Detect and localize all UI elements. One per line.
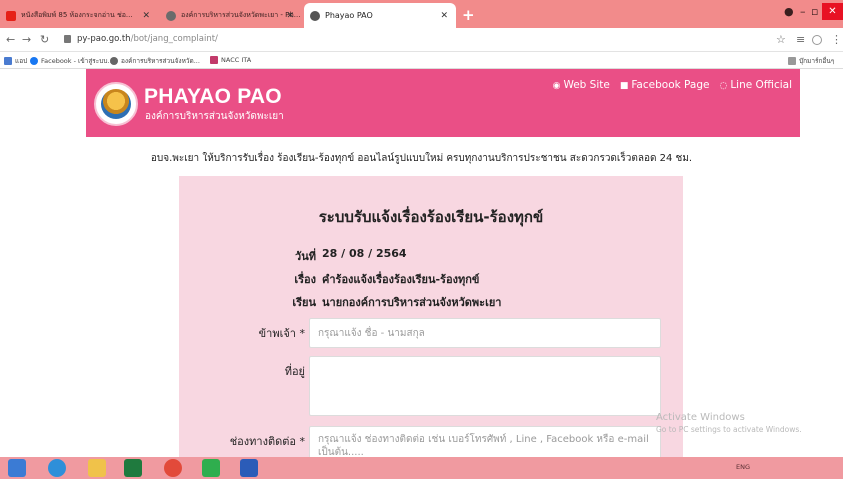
service-notice: อบจ.พะเยา ให้บริการรับเรื่อง ร้องเรียน-ร… (150, 153, 693, 164)
link-label: Line Official (730, 79, 792, 91)
chrome-icon[interactable] (164, 459, 182, 477)
site-icon (310, 10, 320, 21)
address-input[interactable] (309, 356, 661, 416)
bookmark-label: NACC ITA (221, 56, 252, 64)
watermark-title: Activate Windows (656, 412, 745, 423)
tab-title: หนังสือพิมพ์ 85 ห้องกระจกอ่าน ช่อ... (21, 11, 133, 19)
label-text: ข้าพเจ้า (258, 327, 296, 340)
form-title: ระบบรับแจ้งเรื่องร้องเรียน-ร้องทุกข์ (318, 208, 544, 226)
browser-tab[interactable]: องค์การบริหารส่วนจังหวัดพะเยา - Ph... ✕ (160, 3, 302, 28)
name-input[interactable] (309, 318, 661, 348)
url-field[interactable]: py-pao.go.th/bot/jang_complaint/ (77, 34, 218, 44)
complaint-form: ระบบรับแจ้งเรื่องร้องเรียน-ร้องทุกข์ วัน… (179, 176, 683, 457)
nacc-icon (210, 56, 218, 64)
reload-icon[interactable]: ↻ (40, 33, 49, 46)
globe-icon: ◉ (552, 81, 561, 91)
screen: หนังสือพิมพ์ 85 ห้องกระจกอ่าน ช่อ... ✕ อ… (0, 0, 843, 479)
line-official-link[interactable]: ◌ Line Official (719, 79, 792, 91)
tab-title: Phayao PAO (325, 11, 373, 20)
lock-icon[interactable] (64, 35, 71, 43)
close-tab-icon[interactable]: ✕ (142, 11, 150, 21)
activate-windows-watermark: Activate Windows Go to PC settings to ac… (656, 412, 802, 434)
menu-icon[interactable]: ⋮ (831, 33, 842, 46)
facebook-icon: ■ (619, 81, 629, 91)
contact-input[interactable] (309, 426, 661, 457)
maximize-button[interactable]: ▫ (811, 5, 818, 18)
link-label: Web Site (563, 79, 610, 91)
account-icon[interactable] (812, 35, 822, 45)
bookmark-label: แอป (15, 57, 28, 65)
tab-title: องค์การบริหารส่วนจังหวัดพะเยา - Ph... (181, 11, 301, 19)
site-header: PHAYAO PAO องค์การบริหารส่วนจังหวัดพะเยา… (86, 69, 800, 137)
label-text: ช่องทางติดต่อ (229, 435, 296, 448)
site-icon (166, 10, 176, 21)
folder-icon (788, 57, 796, 65)
system-tray[interactable]: ENG (736, 463, 750, 471)
address-field-label: ที่อยู่ (284, 365, 305, 378)
browser-tab[interactable]: หนังสือพิมพ์ 85 ห้องกระจกอ่าน ช่อ... ✕ (0, 3, 158, 28)
file-explorer-icon[interactable] (88, 459, 106, 477)
bookmarks-bar: แอป Facebook - เข้าสู่ระบบ... องค์การบริ… (0, 52, 843, 69)
bookmark-apps[interactable]: แอป (4, 56, 27, 66)
star-icon[interactable]: ☆ (776, 33, 786, 46)
bookmark-label: องค์การบริหารส่วนจังหวัด... (121, 57, 200, 65)
internet-explorer-icon[interactable] (48, 459, 66, 477)
subject-label: เรื่อง (294, 273, 316, 286)
brand-subtitle: องค์การบริหารส่วนจังหวัดพะเยา (145, 111, 284, 122)
date-label: วันที่ (295, 250, 316, 263)
youtube-icon (6, 10, 16, 21)
link-label: Facebook Page (631, 79, 710, 91)
address-bar: ← → ↻ py-pao.go.th/bot/jang_complaint/ ☆… (0, 28, 843, 52)
close-window-button[interactable]: ✕ (822, 3, 843, 20)
name-field-label: ข้าพเจ้า * (199, 324, 305, 342)
bookmark-facebook[interactable]: Facebook - เข้าสู่ระบบ... (30, 56, 114, 66)
recipient-value: นายกองค์การบริหารส่วนจังหวัดพะเยา (322, 296, 502, 309)
forward-icon[interactable]: → (22, 33, 31, 46)
word-icon[interactable] (240, 459, 258, 477)
bookmark-label: Facebook - เข้าสู่ระบบ... (41, 57, 114, 65)
line-icon[interactable] (202, 459, 220, 477)
windows-taskbar: ENG (0, 457, 843, 479)
website-link[interactable]: ◉ Web Site (553, 79, 610, 91)
back-icon[interactable]: ← (6, 33, 15, 46)
recipient-label: เรียน (292, 296, 316, 309)
facebook-icon (30, 57, 38, 65)
contact-field-label: ช่องทางติดต่อ * (199, 432, 305, 450)
site-icon (110, 57, 118, 65)
pao-logo[interactable] (94, 82, 138, 126)
profile-icon[interactable]: ● (784, 5, 794, 18)
start-icon[interactable] (8, 459, 26, 477)
watermark-subtitle: Go to PC settings to activate Windows. (656, 425, 802, 434)
browser-tab-strip: หนังสือพิมพ์ 85 ห้องกระจกอ่าน ช่อ... ✕ อ… (0, 0, 843, 28)
required-mark: * (299, 327, 306, 340)
url-domain: py-pao.go.th (77, 34, 131, 44)
bookmark-label: บุ๊กมาร์กอื่นๆ (799, 57, 835, 65)
minimize-button[interactable]: – (800, 5, 806, 18)
language-indicator[interactable]: ENG (736, 463, 750, 471)
browser-tab-active[interactable]: Phayao PAO ✕ (304, 3, 456, 28)
extensions-icon[interactable]: ≡ (796, 33, 805, 46)
brand-title[interactable]: PHAYAO PAO (144, 85, 282, 109)
date-value: 28 / 08 / 2564 (322, 247, 407, 260)
web-page: PHAYAO PAO องค์การบริหารส่วนจังหวัดพะเยา… (0, 69, 843, 457)
other-bookmarks[interactable]: บุ๊กมาร์กอื่นๆ (788, 56, 834, 66)
store-icon[interactable] (124, 459, 142, 477)
required-mark: * (299, 435, 306, 448)
bookmark-nacc[interactable]: NACC ITA (210, 56, 251, 64)
close-tab-icon[interactable]: ✕ (440, 11, 448, 21)
bookmark-pao[interactable]: องค์การบริหารส่วนจังหวัด... (110, 56, 200, 66)
close-tab-icon[interactable]: ✕ (286, 11, 294, 21)
apps-grid-icon (4, 57, 12, 65)
header-links: ◉ Web Site ■ Facebook Page ◌ Line Official (553, 79, 792, 91)
url-path: /bot/jang_complaint/ (130, 34, 218, 44)
facebook-page-link[interactable]: ■ Facebook Page (620, 79, 710, 91)
seal-icon (101, 89, 131, 119)
new-tab-button[interactable]: + (462, 6, 475, 24)
chat-icon: ◌ (719, 81, 728, 91)
subject-value: คำร้องแจ้งเรื่องร้องเรียน-ร้องทุกข์ (322, 273, 480, 286)
